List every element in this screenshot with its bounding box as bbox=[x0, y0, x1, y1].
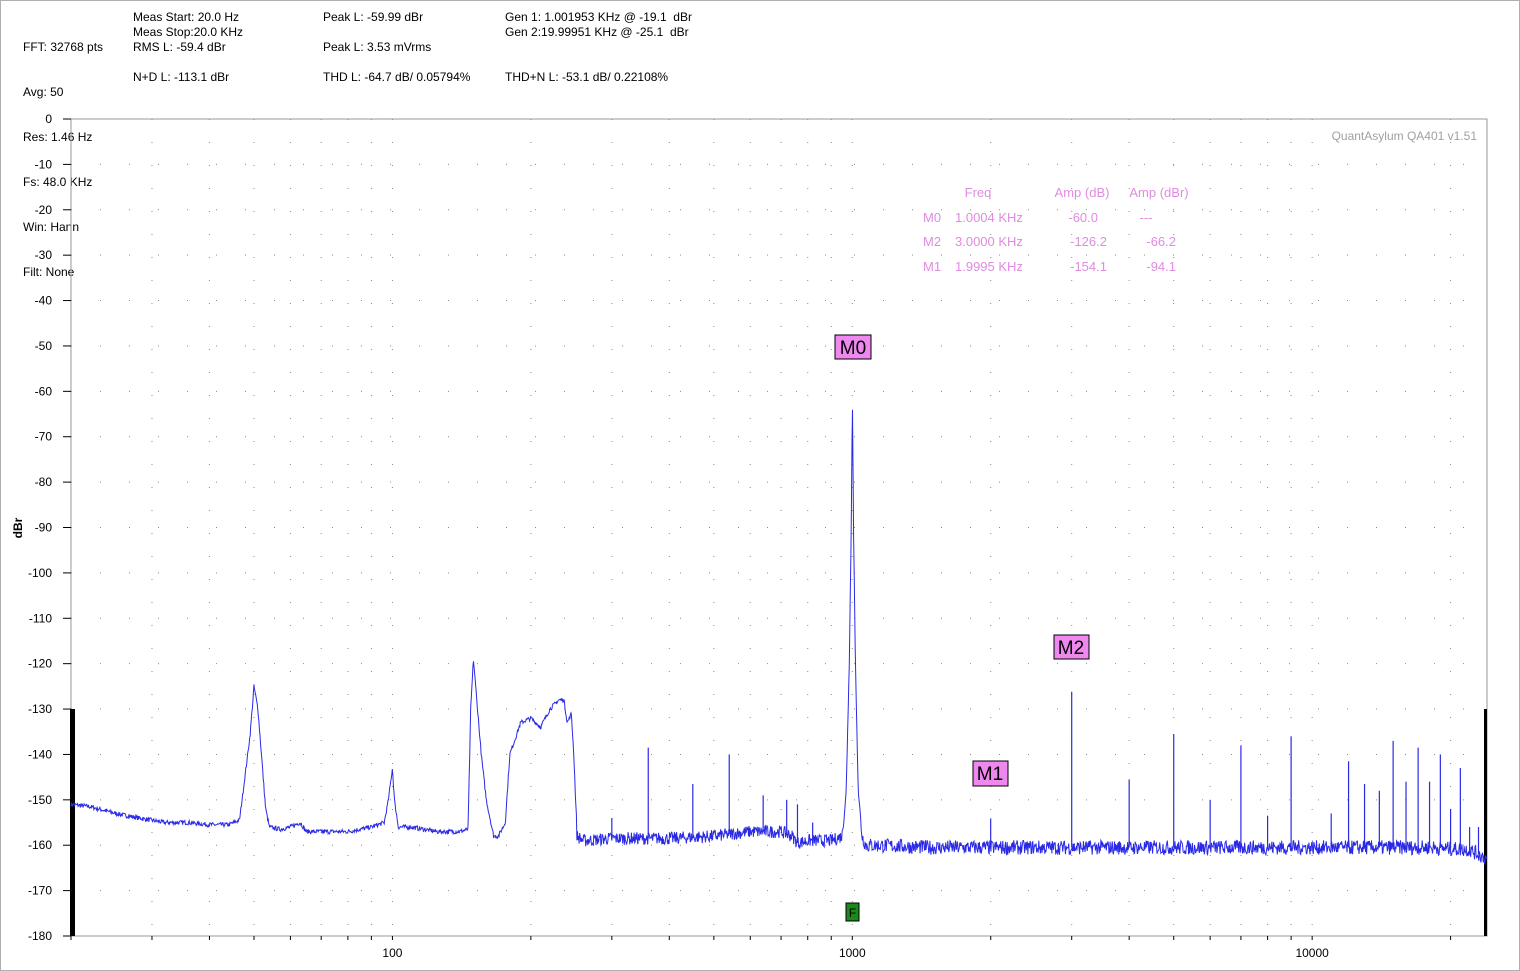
marker-row-name: M2 bbox=[923, 234, 941, 249]
marker-row-freq: 1.9995 KHz bbox=[955, 259, 1023, 274]
marker-row-amp-db: -60.0 bbox=[1068, 210, 1098, 225]
watermark: QuantAsylum QA401 v1.51 bbox=[1332, 129, 1478, 143]
noise-floor-line bbox=[70, 409, 1488, 866]
marker-m1-label: M1 bbox=[977, 764, 1003, 785]
y-tick-label: -50 bbox=[35, 339, 53, 353]
y-tick-label: -130 bbox=[28, 702, 52, 716]
marker-row-name: M0 bbox=[923, 210, 941, 225]
y-tick-label: -110 bbox=[29, 611, 52, 625]
y-tick-label: -70 bbox=[35, 430, 53, 444]
marker-m0[interactable]: M0 bbox=[834, 334, 872, 360]
y-tick-label: -150 bbox=[28, 793, 52, 807]
marker-m2-label: M2 bbox=[1058, 638, 1084, 659]
left-range-bar bbox=[70, 709, 75, 936]
y-tick-label: -180 bbox=[28, 929, 52, 943]
spectrum-trace bbox=[70, 409, 1488, 866]
y-tick-label: -170 bbox=[28, 884, 52, 898]
y-tick-label: -20 bbox=[35, 203, 53, 217]
y-tick-label: 0 bbox=[45, 112, 52, 126]
marker-m2[interactable]: M2 bbox=[1053, 634, 1090, 660]
marker-table-header-freq: Freq bbox=[965, 185, 992, 200]
y-tick-label: -10 bbox=[35, 157, 53, 171]
marker-row-amp-db: -126.2 bbox=[1070, 234, 1107, 249]
y-axis-label: dBr bbox=[11, 517, 25, 538]
y-tick-label: -90 bbox=[35, 521, 53, 535]
marker-row-freq: 1.0004 KHz bbox=[955, 210, 1023, 225]
marker-row-freq: 3.0000 KHz bbox=[955, 234, 1023, 249]
marker-m0-label: M0 bbox=[840, 338, 866, 359]
y-ticks: 0 -10 -20 -30 -40 -50 -60 -70 -80 -90 -100 -110 -120… bbox=[28, 112, 71, 943]
marker-m1[interactable]: M1 bbox=[972, 760, 1009, 787]
right-range-bar bbox=[1484, 709, 1487, 936]
marker-row-amp-dbr: --- bbox=[1140, 210, 1153, 225]
marker-row-name: M1 bbox=[923, 259, 941, 274]
y-tick-label: -40 bbox=[35, 294, 53, 308]
plot-area bbox=[70, 118, 1488, 937]
x-tick-label: 100 bbox=[382, 946, 402, 960]
x-tick-label: 1000 bbox=[839, 946, 866, 960]
y-tick-label: -60 bbox=[35, 384, 53, 398]
y-tick-label: -140 bbox=[28, 747, 52, 761]
marker-row-amp-db: -154.1 bbox=[1070, 259, 1107, 274]
marker-table-header-amp-dbr: Amp (dBr) bbox=[1129, 185, 1188, 200]
y-tick-label: -160 bbox=[28, 838, 52, 852]
y-tick-label: -100 bbox=[28, 566, 52, 580]
marker-table: Freq Amp (dB) Amp (dBr) M0 1.0004 KHz -6… bbox=[923, 185, 1189, 274]
marker-row-amp-dbr: -66.2 bbox=[1146, 234, 1176, 249]
marker-row-amp-dbr: -94.1 bbox=[1146, 259, 1176, 274]
f-marker-label: F bbox=[849, 906, 856, 920]
y-tick-label: -30 bbox=[35, 248, 53, 262]
y-tick-label: -120 bbox=[28, 657, 52, 671]
y-tick-label: -80 bbox=[35, 475, 53, 489]
grid bbox=[70, 118, 1487, 937]
spectrum-chart[interactable]: 0 -10 -20 -30 -40 -50 -60 -70 -80 -90 -100 -110 -120… bbox=[0, 0, 1520, 971]
x-ticks: 100 1000 10000 bbox=[70, 936, 1452, 960]
x-tick-label: 10000 bbox=[1295, 946, 1329, 960]
marker-table-header-amp-db: Amp (dB) bbox=[1055, 185, 1110, 200]
f-marker[interactable]: F bbox=[845, 902, 860, 922]
